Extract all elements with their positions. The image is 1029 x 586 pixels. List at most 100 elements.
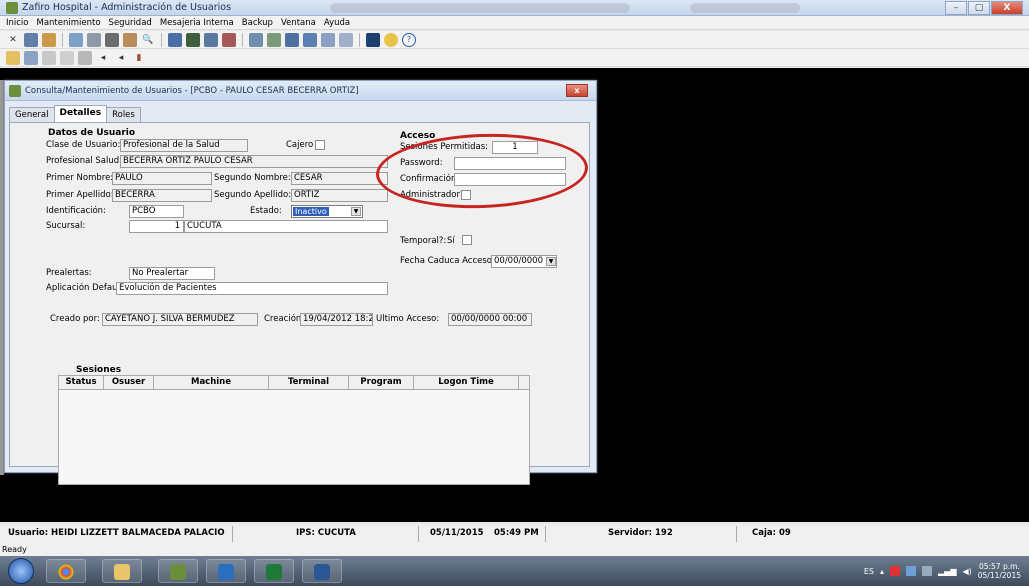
chevron-down-icon[interactable]: ▼ (546, 257, 556, 266)
aplicacion-field[interactable]: Evolución de Pacientes (116, 282, 388, 295)
menu-inicio[interactable]: Inicio (6, 18, 29, 28)
sesiones-permitidas-field[interactable]: 1 (492, 141, 538, 154)
menu-ayuda[interactable]: Ayuda (324, 18, 350, 28)
estado-dropdown[interactable]: Inactivo ▼ (291, 205, 363, 218)
print-icon[interactable] (105, 32, 119, 47)
segundo-apellido-field[interactable]: ORTIZ (291, 189, 388, 202)
administrador-checkbox[interactable] (461, 190, 471, 200)
menu-mesajeria[interactable]: Mesajeria Interna (160, 18, 234, 28)
chrome-task-button[interactable] (46, 559, 86, 583)
report2-icon[interactable] (204, 32, 218, 47)
window-icon[interactable] (285, 32, 299, 47)
clock-date: 05/11/2015 (977, 571, 1021, 580)
tray-arrow-icon[interactable]: ▴ (880, 567, 884, 576)
segundo-nombre-field[interactable]: CESAR (291, 172, 388, 185)
fecha-dropdown[interactable]: ▼ (546, 257, 556, 267)
search-icon[interactable]: 🔍 (141, 33, 155, 47)
edit-icon[interactable] (42, 50, 56, 65)
clock[interactable]: 05:57 p.m. 05/11/2015 (978, 562, 1021, 580)
pencil-icon[interactable] (60, 50, 74, 65)
first-icon[interactable]: ◂ (96, 51, 110, 65)
status-fecha: 05/11/2015 (430, 528, 484, 538)
profesional-field[interactable]: BECERRA ORTIZ PAULO CESAR (120, 155, 388, 168)
new-icon[interactable] (6, 50, 20, 65)
network-app-icon[interactable] (906, 566, 917, 576)
user-maintenance-dialog: Consulta/Mantenimiento de Usuarios - [PC… (4, 80, 597, 485)
cajero-checkbox[interactable] (315, 140, 325, 150)
grid-icon[interactable] (24, 32, 38, 47)
column-osuser[interactable]: Osuser (104, 376, 154, 389)
explorer-task-button[interactable] (102, 559, 142, 583)
print2-icon[interactable] (78, 50, 92, 65)
list-icon[interactable] (168, 32, 182, 47)
tab-detalles[interactable]: Detalles (53, 105, 108, 122)
mail-icon[interactable] (87, 32, 101, 47)
outlook-task-button[interactable] (206, 559, 246, 583)
start-button-icon[interactable] (8, 558, 34, 584)
column-status[interactable]: Status (59, 376, 104, 389)
close-doc-icon[interactable]: ✕ (6, 33, 20, 47)
screen-icon[interactable] (366, 32, 380, 47)
close-button[interactable]: X (991, 1, 1023, 15)
language-indicator[interactable]: ES (864, 567, 874, 576)
tab-general[interactable]: General (9, 107, 55, 122)
panel-icon[interactable] (339, 32, 353, 47)
chat-icon[interactable] (384, 32, 398, 47)
primer-apellido-field[interactable]: BECERRA (112, 189, 212, 202)
signal-icon[interactable]: ▂▄▆ (938, 567, 956, 576)
maximize-button[interactable]: ▢ (968, 1, 990, 15)
chevron-down-icon[interactable]: ▼ (351, 207, 361, 216)
excel-task-button[interactable] (254, 559, 294, 583)
minimize-button[interactable]: – (945, 1, 967, 15)
outlook-icon (218, 564, 234, 580)
volume-icon[interactable]: ◀) (962, 567, 971, 576)
clase-field[interactable]: Profesional de la Salud (120, 139, 248, 152)
creacion-field[interactable]: 19/04/2012 18:26 (300, 313, 373, 326)
prealertas-field[interactable]: No Prealertar (129, 267, 215, 280)
menu-seguridad[interactable]: Seguridad (109, 18, 152, 28)
creado-por-label: Creado por: (50, 314, 100, 324)
grid2-icon[interactable] (303, 32, 317, 47)
flag-icon[interactable] (922, 566, 933, 576)
menu-backup[interactable]: Backup (242, 18, 273, 28)
confirmacion-field[interactable] (454, 173, 566, 186)
identificacion-label: Identificación: (46, 206, 106, 216)
doc-icon[interactable] (249, 32, 263, 47)
sucursal-name-field[interactable]: CUCUTA (184, 220, 388, 233)
identificacion-field[interactable]: PCBO (129, 205, 184, 218)
help-icon[interactable]: ? (402, 32, 416, 47)
sesiones-table[interactable]: Status Osuser Machine Terminal Program L… (58, 375, 530, 485)
blurred-region (690, 3, 800, 13)
password-label: Password: (400, 158, 443, 168)
column-machine[interactable]: Machine (154, 376, 269, 389)
zafiro-task-button[interactable] (158, 559, 198, 583)
form-icon[interactable] (69, 32, 83, 47)
sesiones-title: Sesiones (76, 365, 122, 375)
users-icon[interactable] (42, 32, 56, 47)
exit-icon[interactable]: ▮ (132, 51, 146, 65)
save-icon[interactable] (24, 50, 38, 65)
menu-ventana[interactable]: Ventana (281, 18, 316, 28)
antivirus-icon[interactable] (890, 566, 901, 576)
tools-icon[interactable] (123, 32, 137, 47)
tree-icon[interactable] (267, 32, 281, 47)
temporal-checkbox[interactable] (462, 235, 472, 245)
fecha-caduca-label: Fecha Caduca Acceso: (400, 256, 495, 266)
creado-por-field[interactable]: CAYETANO J. SILVA BERMUDEZ (102, 313, 258, 326)
chart-icon[interactable] (222, 32, 236, 47)
password-field[interactable] (454, 157, 566, 170)
sucursal-code-field[interactable]: 1 (129, 220, 184, 233)
dialog-close-button[interactable]: x (566, 84, 588, 97)
tab-roles[interactable]: Roles (106, 107, 141, 122)
prev-icon[interactable]: ◂ (114, 51, 128, 65)
column-program[interactable]: Program (349, 376, 414, 389)
administrador-label: Administrador? (400, 190, 465, 200)
column-logon-time[interactable]: Logon Time (414, 376, 519, 389)
menu-mantenimiento[interactable]: Mantenimiento (37, 18, 101, 28)
word-task-button[interactable] (302, 559, 342, 583)
column-terminal[interactable]: Terminal (269, 376, 349, 389)
table-icon[interactable] (321, 32, 335, 47)
primer-nombre-field[interactable]: PAULO (112, 172, 212, 185)
ultimo-acceso-field[interactable]: 00/00/0000 00:00 (448, 313, 532, 326)
report-icon[interactable] (186, 32, 200, 47)
